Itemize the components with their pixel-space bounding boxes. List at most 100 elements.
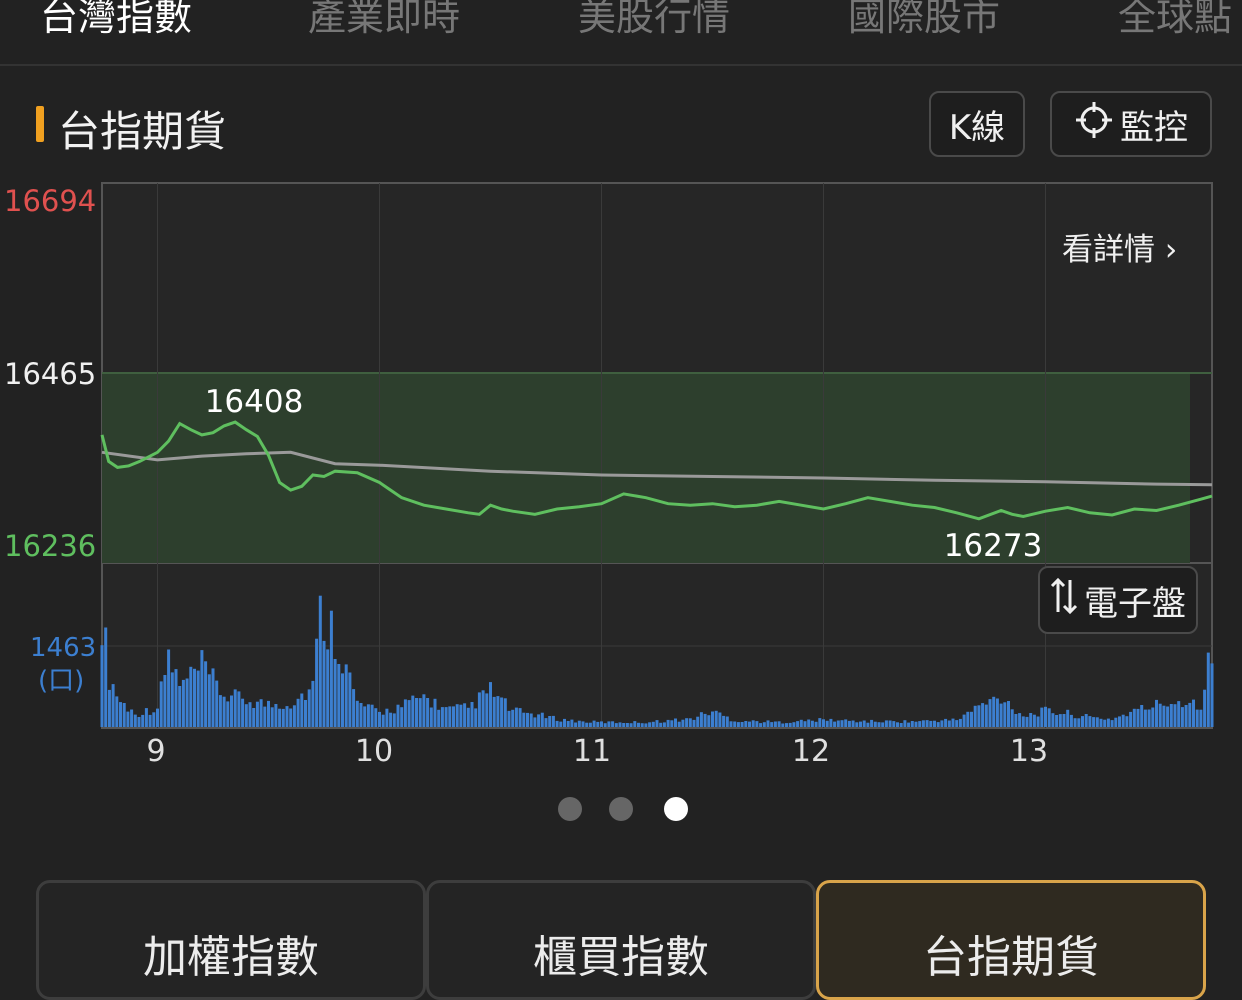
volume-bar [692, 719, 696, 727]
volume-bar [363, 706, 367, 727]
volume-bar [944, 718, 948, 727]
volume-bar [1010, 709, 1014, 727]
volume-bar [1188, 702, 1192, 727]
volume-bar [1073, 718, 1077, 727]
top-tab-bar: 台灣指數 產業即時 美股行情 國際股市 全球點 [0, 0, 1242, 66]
volume-bar [152, 712, 156, 727]
volume-bar [1077, 718, 1081, 727]
volume-bar [514, 707, 518, 727]
tab-global[interactable]: 全球點 [1118, 0, 1232, 41]
volume-bar [736, 722, 740, 727]
volume-bar [810, 720, 814, 727]
volume-bar [592, 720, 596, 727]
volume-bar [144, 708, 148, 727]
volume-bar [563, 718, 566, 727]
volume-bar [936, 722, 940, 727]
volume-bar [651, 721, 655, 727]
volume-bar [292, 705, 296, 727]
volume-bar [307, 689, 311, 727]
volume-bar [873, 721, 877, 727]
volume-bar [492, 696, 496, 727]
volume-bar [618, 722, 622, 727]
volume-bar [470, 702, 474, 727]
volume-bar [119, 702, 122, 727]
volume-bar [226, 701, 230, 727]
volume-bar [685, 718, 689, 727]
volume-bar [104, 627, 108, 727]
volume-bar [1095, 717, 1099, 727]
volume-bar [866, 722, 870, 727]
volume-bar [1121, 714, 1125, 727]
volume-bar [1088, 716, 1092, 727]
volume-bar [984, 704, 988, 727]
volume-bar [910, 721, 914, 727]
volume-bar [588, 722, 592, 727]
page-dot-active[interactable] [664, 797, 688, 821]
volume-bar [677, 721, 681, 727]
volume-bar [785, 723, 788, 727]
volume-bar [337, 664, 341, 727]
volume-bar [659, 722, 663, 727]
volume-bar [1199, 709, 1203, 727]
page-indicator [0, 795, 1242, 825]
tab-taiwan-index[interactable]: 台灣指數 [40, 0, 192, 41]
volume-bar [555, 720, 559, 727]
volume-bar [577, 720, 581, 727]
tab-international-markets[interactable]: 國際股市 [848, 0, 1000, 41]
volume-bar [759, 723, 763, 727]
volume-bar [622, 723, 626, 727]
volume-bar [907, 722, 911, 727]
volume-bar [222, 696, 226, 727]
volume-bar [933, 720, 936, 727]
volume-bar [792, 722, 796, 727]
volume-bar [167, 649, 171, 727]
volume-bar [1129, 711, 1133, 727]
volume-bar [744, 721, 748, 727]
volume-bar [418, 698, 422, 727]
view-details-link[interactable]: 看詳情 › [1062, 224, 1177, 269]
monitor-button[interactable]: 監控 [1050, 91, 1212, 157]
volume-bar [833, 721, 837, 727]
volume-bar [648, 722, 652, 727]
volume-bar [655, 720, 659, 727]
volume-bar [255, 701, 259, 727]
volume-bar [714, 710, 718, 727]
volume-bar [921, 720, 925, 727]
card-otc-index[interactable]: 櫃買指數 [426, 880, 816, 1000]
kline-button[interactable]: K線 [929, 91, 1025, 157]
volume-bar [614, 723, 618, 727]
volume-bar [526, 712, 529, 727]
volume-bar [662, 722, 666, 727]
volume-bar [1032, 714, 1036, 727]
volume-bar [1036, 716, 1040, 727]
page-dot[interactable] [609, 797, 633, 821]
volume-bar [1195, 709, 1199, 727]
volume-bar [122, 703, 126, 727]
volume-bar [440, 707, 444, 727]
volume-bar [981, 703, 985, 727]
volume-bar [156, 708, 159, 727]
card-weighted-index[interactable]: 加權指數 [36, 880, 426, 1000]
page-dot[interactable] [558, 797, 582, 821]
volume-bar [381, 714, 385, 727]
volume-bar [840, 720, 844, 727]
volume-bar [870, 719, 874, 727]
volume-bar [244, 704, 248, 727]
volume-bar [193, 668, 196, 727]
volume-bar [341, 673, 344, 727]
volume-bar [748, 721, 751, 727]
card-taiex-futures[interactable]: 台指期貨 [816, 880, 1206, 1000]
volume-bar [1206, 652, 1210, 727]
volume-bar [611, 721, 615, 727]
volume-bar [844, 719, 848, 727]
tab-us-stocks[interactable]: 美股行情 [578, 0, 730, 41]
volume-bar [644, 723, 648, 727]
volume-bar [600, 721, 603, 727]
volume-bar [955, 720, 959, 727]
volume-bar [892, 721, 896, 727]
volume-bar [803, 721, 807, 727]
electronic-toggle-button[interactable]: 電子盤 [1038, 566, 1198, 634]
volume-bar [1062, 714, 1066, 727]
volume-bar [1162, 705, 1166, 727]
tab-industry-realtime[interactable]: 產業即時 [308, 0, 460, 41]
